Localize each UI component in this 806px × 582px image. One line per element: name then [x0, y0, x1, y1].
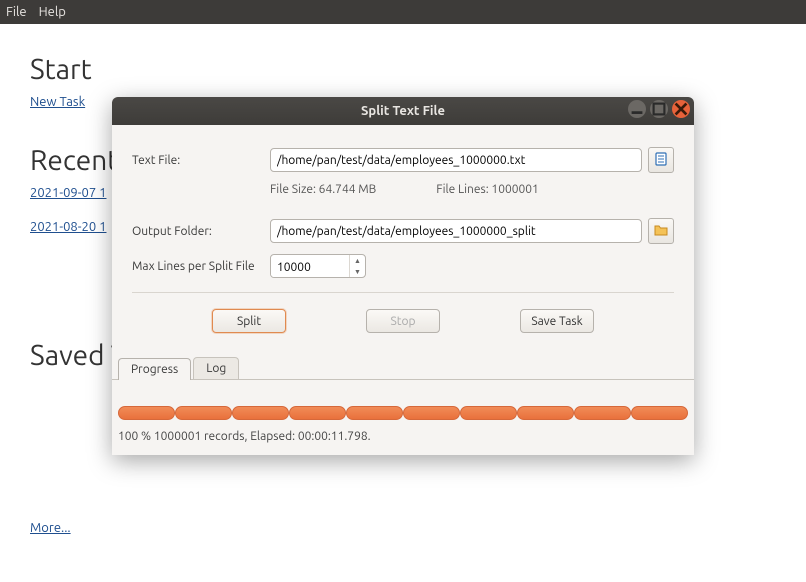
recent-heading: Recent [30, 145, 112, 176]
text-file-label: Text File: [132, 154, 270, 167]
window-minimize-icon[interactable] [628, 100, 646, 118]
window-close-icon[interactable] [672, 100, 690, 118]
output-folder-input[interactable] [270, 219, 642, 243]
split-text-file-dialog: Split Text File Text File: File Size: 64… [112, 97, 694, 455]
text-file-input[interactable] [270, 148, 642, 172]
dialog-title: Split Text File [361, 104, 445, 118]
stop-button[interactable]: Stop [366, 309, 440, 333]
saved-section: Saved T [30, 340, 112, 381]
progress-segment [574, 406, 631, 420]
saved-heading: Saved T [30, 340, 112, 371]
progress-segment [460, 406, 517, 420]
tab-body-progress: 100 % 1000001 records, Elapsed: 00:00:11… [112, 379, 694, 455]
tabstrip: Progress Log [112, 357, 694, 379]
progress-text: 100 % 1000001 records, Elapsed: 00:00:11… [118, 430, 688, 443]
tab-progress[interactable]: Progress [118, 358, 191, 380]
max-lines-input[interactable] [271, 255, 349, 278]
document-icon [653, 151, 669, 170]
menu-file[interactable]: File [6, 5, 27, 19]
progress-segment [175, 406, 232, 420]
progress-segment [346, 406, 403, 420]
menu-help[interactable]: Help [39, 5, 66, 19]
menubar: File Help [0, 0, 806, 24]
file-size-text: File Size: 64.744 MB [270, 183, 376, 196]
more-link[interactable]: More... [30, 521, 71, 535]
progress-segment [517, 406, 574, 420]
browse-folder-button[interactable] [648, 218, 674, 244]
max-lines-label: Max Lines per Split File [132, 260, 270, 273]
start-heading: Start [30, 54, 776, 85]
spinner-down-icon[interactable]: ▼ [350, 266, 365, 277]
folder-icon [653, 222, 669, 241]
recent-section: Recent 2021-09-07 1 2021-08-20 1 [30, 145, 112, 240]
progress-segment [118, 406, 175, 420]
tab-log[interactable]: Log [193, 357, 239, 379]
recent-item-1[interactable]: 2021-08-20 1 [30, 220, 106, 234]
progress-segment [631, 406, 688, 420]
recent-item-0[interactable]: 2021-09-07 1 [30, 186, 106, 200]
max-lines-spinner[interactable]: ▲ ▼ [270, 254, 366, 278]
new-task-link[interactable]: New Task [30, 95, 85, 109]
progress-segment [232, 406, 289, 420]
window-maximize-icon[interactable] [650, 100, 668, 118]
dialog-titlebar[interactable]: Split Text File [112, 97, 694, 125]
separator [132, 292, 674, 293]
browse-file-button[interactable] [648, 147, 674, 173]
file-lines-text: File Lines: 1000001 [436, 183, 539, 196]
save-task-button[interactable]: Save Task [520, 309, 594, 333]
progress-segment [403, 406, 460, 420]
spinner-up-icon[interactable]: ▲ [350, 255, 365, 266]
tabs-area: Progress Log 100 % 1000001 records, Elap… [112, 357, 694, 455]
split-button[interactable]: Split [212, 309, 286, 333]
output-folder-label: Output Folder: [132, 225, 270, 238]
progress-segment [289, 406, 346, 420]
progress-bar [118, 406, 688, 420]
